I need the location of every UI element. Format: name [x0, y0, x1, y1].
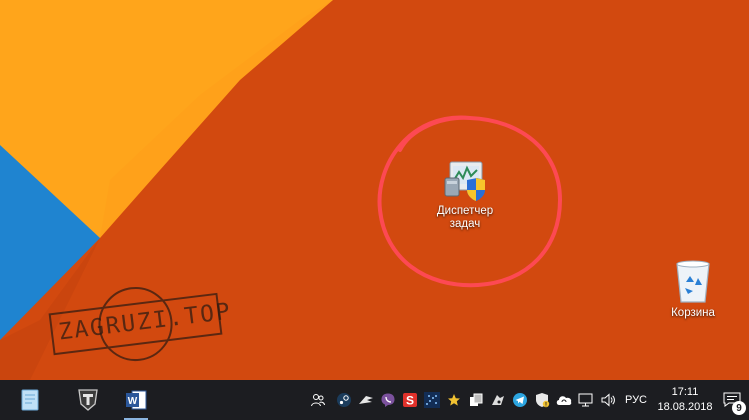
input-language[interactable]: РУС — [619, 394, 655, 406]
tray-viber[interactable] — [377, 380, 399, 420]
cloud-sync-icon — [556, 396, 572, 405]
telegram-icon — [512, 393, 527, 407]
tray-people[interactable] — [303, 380, 333, 420]
tray-network[interactable] — [575, 380, 597, 420]
tray-volume[interactable] — [597, 380, 619, 420]
steam-icon — [336, 393, 351, 407]
notepad-app-icon — [21, 389, 39, 411]
task-manager-shortcut[interactable]: Диспетчер задач — [424, 158, 506, 231]
network-icon — [578, 393, 593, 407]
svg-text:!: ! — [545, 403, 547, 409]
task-manager-label: Диспетчер задач — [436, 205, 494, 230]
game-icon — [491, 395, 504, 405]
wallpaper — [0, 0, 749, 380]
recycle-bin-shortcut[interactable]: Корзина — [662, 258, 724, 320]
system-tray: S ! РУС 17:11 18.08.2018 9 — [303, 380, 749, 420]
security-icon: ! — [535, 393, 550, 409]
taskbar-app-notepad[interactable] — [10, 380, 50, 420]
recycle-bin-icon — [676, 260, 710, 303]
tray-shield-s[interactable]: S — [399, 380, 421, 420]
tray-dots-app[interactable] — [421, 380, 443, 420]
recycle-bin-label: Корзина — [671, 307, 715, 319]
copy-icon — [469, 393, 483, 406]
people-icon — [310, 394, 325, 407]
svg-text:W: W — [128, 396, 138, 407]
viber-icon — [381, 393, 395, 407]
clock[interactable]: 17:11 18.08.2018 — [655, 385, 715, 415]
tray-wings[interactable] — [355, 380, 377, 420]
star-icon — [447, 394, 460, 406]
tray-security[interactable]: ! — [531, 380, 553, 420]
dots-app-icon — [423, 392, 440, 408]
clock-time: 17:11 — [671, 386, 699, 398]
world-of-tanks-icon — [78, 389, 98, 411]
tray-copy[interactable] — [465, 380, 487, 420]
clock-date: 18.08.2018 — [657, 401, 713, 413]
word-icon: W — [126, 390, 147, 410]
action-center-button[interactable]: 9 — [715, 380, 749, 420]
task-manager-icon — [444, 161, 485, 201]
svg-text:S: S — [406, 394, 414, 408]
desktop[interactable]: Диспетчер задач Корзина ZAGRUZI.TOP — [0, 0, 749, 380]
taskbar-app-world-of-tanks[interactable] — [68, 380, 108, 420]
taskbar-app-word[interactable]: W — [116, 380, 156, 420]
taskbar: W S ! РУС 17:11 18.08.2018 9 — [0, 380, 749, 420]
wings-icon — [358, 396, 373, 404]
volume-icon — [601, 393, 615, 407]
tray-game[interactable] — [487, 380, 509, 420]
tray-telegram[interactable] — [509, 380, 531, 420]
tray-star[interactable] — [443, 380, 465, 420]
tray-steam[interactable] — [333, 380, 355, 420]
shield-s-icon: S — [402, 393, 417, 408]
notification-count-badge: 9 — [732, 401, 746, 415]
tray-cloud-sync[interactable] — [553, 380, 575, 420]
